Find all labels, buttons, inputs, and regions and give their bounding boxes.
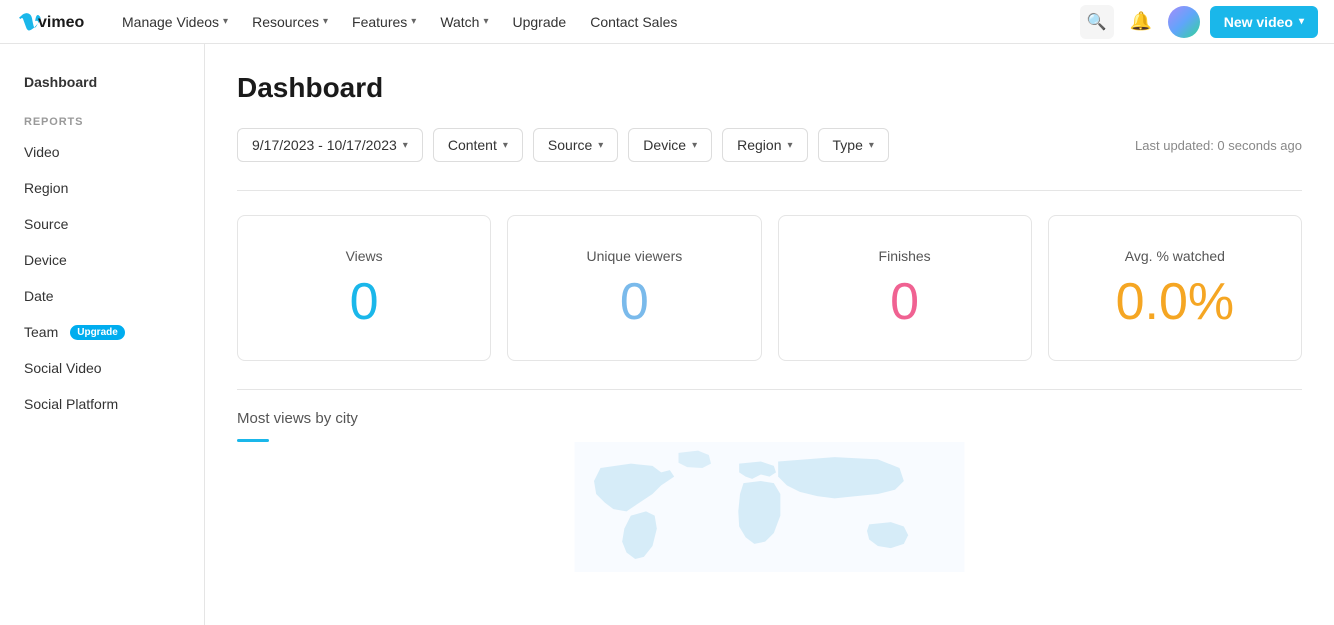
avg-watched-label: Avg. % watched [1125, 248, 1225, 264]
main-content: Dashboard 9/17/2023 - 10/17/2023 ▾ Conte… [205, 44, 1334, 625]
sidebar-item-device[interactable]: Device [0, 242, 204, 278]
sidebar-item-team[interactable]: Team Upgrade [0, 314, 204, 350]
chevron-down-icon: ▾ [483, 16, 488, 27]
finishes-card: Finishes 0 [778, 215, 1032, 361]
reports-section-label: REPORTS [0, 100, 204, 134]
map-section: Most views by city [237, 389, 1302, 572]
map-container [237, 442, 1302, 572]
map-section-title: Most views by city [237, 410, 1302, 427]
chevron-down-icon: ▾ [223, 16, 228, 27]
upgrade-badge[interactable]: Upgrade [70, 325, 125, 340]
chevron-down-icon: ▾ [598, 140, 603, 151]
unique-viewers-value: 0 [620, 276, 649, 328]
unique-viewers-card: Unique viewers 0 [507, 215, 761, 361]
search-button[interactable]: 🔍 [1080, 5, 1114, 39]
stats-row: Views 0 Unique viewers 0 Finishes 0 Avg.… [237, 215, 1302, 361]
chevron-down-icon: ▾ [411, 16, 416, 27]
sidebar: Dashboard REPORTS Video Region Source De… [0, 44, 205, 625]
layout: Dashboard REPORTS Video Region Source De… [0, 44, 1334, 625]
nav-right: 🔍 🔔 New video ▾ [1080, 5, 1318, 39]
new-video-button[interactable]: New video ▾ [1210, 6, 1318, 38]
unique-viewers-label: Unique viewers [587, 248, 683, 264]
bell-icon: 🔔 [1130, 11, 1152, 32]
chevron-down-icon: ▾ [403, 140, 408, 151]
nav-resources[interactable]: Resources ▾ [242, 8, 338, 36]
finishes-value: 0 [890, 276, 919, 328]
sidebar-item-source[interactable]: Source [0, 206, 204, 242]
sidebar-item-social-video[interactable]: Social Video [0, 350, 204, 386]
chevron-down-icon: ▾ [323, 16, 328, 27]
avg-watched-value: 0.0% [1116, 276, 1235, 328]
views-value: 0 [350, 276, 379, 328]
svg-text:vimeo: vimeo [38, 14, 84, 31]
vimeo-logo[interactable]: vimeo [16, 12, 88, 32]
views-card: Views 0 [237, 215, 491, 361]
device-filter[interactable]: Device ▾ [628, 128, 712, 162]
last-updated: Last updated: 0 seconds ago [1135, 138, 1302, 153]
chevron-down-icon: ▾ [692, 140, 697, 151]
sidebar-item-social-platform[interactable]: Social Platform [0, 386, 204, 422]
region-filter[interactable]: Region ▾ [722, 128, 807, 162]
nav-features[interactable]: Features ▾ [342, 8, 426, 36]
views-label: Views [346, 248, 383, 264]
avg-watched-card: Avg. % watched 0.0% [1048, 215, 1302, 361]
nav-watch[interactable]: Watch ▾ [430, 8, 498, 36]
avatar[interactable] [1168, 6, 1200, 38]
nav-contact-sales[interactable]: Contact Sales [580, 8, 687, 36]
chevron-down-icon: ▾ [788, 140, 793, 151]
source-filter[interactable]: Source ▾ [533, 128, 618, 162]
content-filter[interactable]: Content ▾ [433, 128, 523, 162]
chevron-down-icon: ▾ [1299, 16, 1304, 27]
sidebar-item-video[interactable]: Video [0, 134, 204, 170]
sidebar-item-region[interactable]: Region [0, 170, 204, 206]
sidebar-item-dashboard[interactable]: Dashboard [0, 64, 204, 100]
world-map [237, 442, 1302, 572]
nav-items: Manage Videos ▾ Resources ▾ Features ▾ W… [112, 8, 1080, 36]
chevron-down-icon: ▾ [503, 140, 508, 151]
type-filter[interactable]: Type ▾ [818, 128, 889, 162]
date-range-filter[interactable]: 9/17/2023 - 10/17/2023 ▾ [237, 128, 423, 162]
finishes-label: Finishes [879, 248, 931, 264]
filter-bar: 9/17/2023 - 10/17/2023 ▾ Content ▾ Sourc… [237, 128, 1302, 162]
top-nav: vimeo Manage Videos ▾ Resources ▾ Featur… [0, 0, 1334, 44]
search-icon: 🔍 [1087, 12, 1107, 32]
sidebar-item-date[interactable]: Date [0, 278, 204, 314]
notifications-button[interactable]: 🔔 [1124, 5, 1158, 39]
nav-manage-videos[interactable]: Manage Videos ▾ [112, 8, 238, 36]
chevron-down-icon: ▾ [869, 140, 874, 151]
nav-upgrade[interactable]: Upgrade [503, 8, 577, 36]
page-title: Dashboard [237, 72, 1302, 104]
